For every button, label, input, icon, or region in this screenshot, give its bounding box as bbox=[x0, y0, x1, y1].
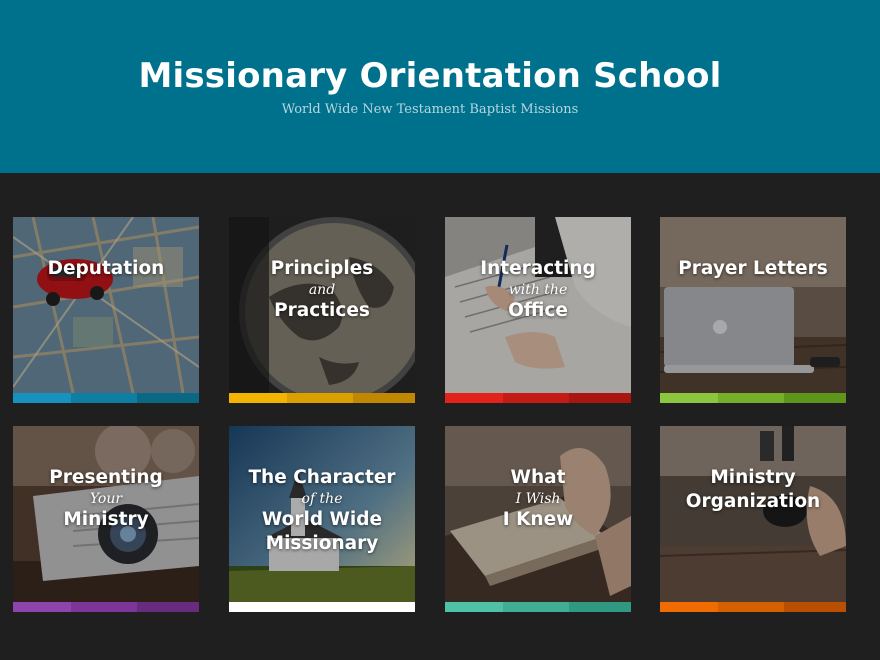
tile-title: Ministry Organization bbox=[685, 467, 821, 512]
tile-title: Deputation bbox=[47, 258, 165, 279]
tile-color-bar bbox=[660, 602, 846, 612]
tile-color-bar bbox=[229, 393, 415, 403]
tile-ministry-organization[interactable]: Ministry Organization bbox=[660, 426, 846, 612]
tile-deputation[interactable]: Deputation bbox=[13, 217, 199, 403]
tile-overlay bbox=[660, 217, 846, 393]
tile-overlay bbox=[660, 426, 846, 602]
tile-title: What I Wish I Knew bbox=[502, 467, 574, 530]
tile-title: Presenting Your Ministry bbox=[49, 467, 163, 530]
tile-what-i-wish-i-knew[interactable]: What I Wish I Knew bbox=[445, 426, 631, 612]
tile-interacting-with-the-office[interactable]: Interacting with the Office bbox=[445, 217, 631, 403]
page-subtitle: World Wide New Testament Baptist Mission… bbox=[281, 102, 579, 117]
tile-color-bar bbox=[445, 602, 631, 612]
tile-overlay bbox=[13, 217, 199, 393]
tile-title: Prayer Letters bbox=[678, 258, 828, 279]
tile-prayer-letters[interactable]: Prayer Letters bbox=[660, 217, 846, 403]
tile-title: Principles and Practices bbox=[270, 258, 374, 321]
tile-color-bar bbox=[445, 393, 631, 403]
page-title: Missionary Orientation School bbox=[138, 56, 722, 96]
tile-character-of-missionary[interactable]: The Character of the World Wide Missiona… bbox=[229, 426, 415, 612]
tile-color-bar bbox=[13, 602, 199, 612]
tile-color-bar bbox=[229, 602, 415, 612]
tile-presenting-your-ministry[interactable]: Presenting Your Ministry bbox=[13, 426, 199, 612]
tile-title: The Character of the World Wide Missiona… bbox=[248, 467, 396, 554]
site-header: Missionary Orientation School World Wide… bbox=[0, 0, 880, 173]
tile-color-bar bbox=[13, 393, 199, 403]
tile-title: Interacting with the Office bbox=[480, 258, 596, 321]
tile-color-bar bbox=[660, 393, 846, 403]
tile-principles-and-practices[interactable]: Principles and Practices bbox=[229, 217, 415, 403]
